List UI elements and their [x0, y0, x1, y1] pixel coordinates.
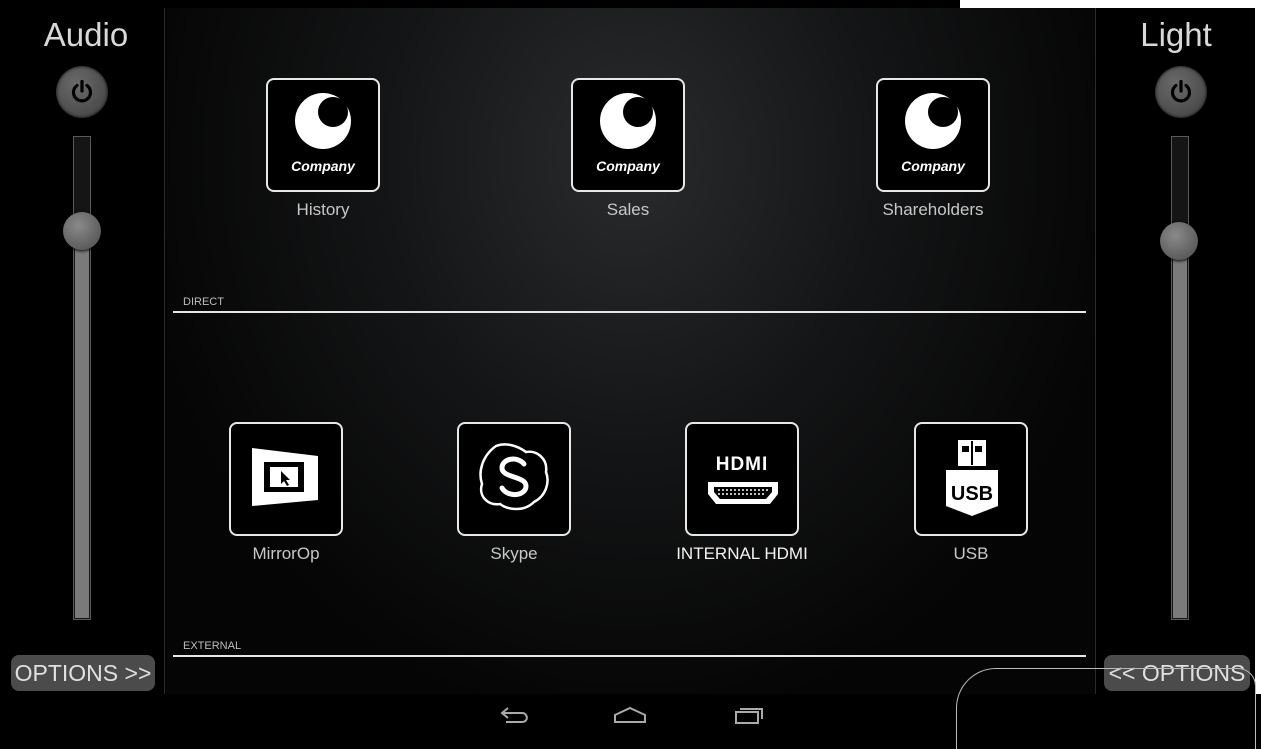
usb-tile[interactable]: USB [914, 422, 1028, 536]
company-logo-text: Company [901, 158, 965, 174]
back-icon[interactable] [498, 704, 532, 726]
sales-label: Sales [606, 200, 650, 219]
company-logo-icon [295, 93, 351, 149]
skype-icon [479, 443, 549, 511]
internal-hdmi-label: INTERNAL HDMI [676, 544, 808, 563]
direct-divider [173, 311, 1086, 313]
shareholders-label: Shareholders [882, 200, 984, 219]
power-icon [1170, 79, 1192, 103]
screen-edge [1255, 0, 1261, 734]
shareholders-tile[interactable]: Company [876, 78, 990, 192]
mirrorop-tile[interactable] [229, 422, 343, 536]
corner-overlay [956, 668, 1256, 749]
usb-logo-text: USB [951, 483, 993, 505]
audio-slider-fill [75, 229, 89, 618]
recent-apps-icon[interactable] [732, 704, 766, 726]
hdmi-logo-text: HDMI [715, 454, 769, 475]
company-logo-text: Company [291, 158, 355, 174]
direct-section-label: DIRECT [183, 296, 224, 308]
light-slider-thumb[interactable] [1160, 222, 1198, 260]
external-divider [173, 655, 1086, 657]
screen-edge [960, 0, 1261, 8]
audio-slider-thumb[interactable] [63, 212, 101, 250]
skype-label: Skype [490, 544, 538, 563]
source-selector: Company History Company Sales Company Sh… [165, 8, 1095, 694]
mirrorop-label: MirrorOp [252, 544, 320, 563]
skype-tile[interactable] [457, 422, 571, 536]
usb-label: USB [953, 544, 989, 563]
usb-icon: USB [946, 440, 998, 516]
company-logo-icon [905, 93, 961, 149]
light-power-button[interactable] [1155, 66, 1207, 118]
light-title: Light [1140, 16, 1212, 53]
light-level-slider[interactable] [1171, 136, 1189, 620]
audio-options-button[interactable]: OPTIONS >> [11, 655, 155, 691]
sales-tile[interactable]: Company [571, 78, 685, 192]
company-logo-text: Company [596, 158, 660, 174]
power-icon [71, 79, 93, 103]
light-panel: Light << OPTIONS [1095, 8, 1256, 694]
audio-volume-slider[interactable] [73, 136, 91, 620]
internal-hdmi-tile[interactable]: HDMI [685, 422, 799, 536]
light-slider-fill [1173, 239, 1187, 618]
home-icon[interactable] [612, 704, 648, 726]
mirrorop-icon [252, 448, 318, 506]
external-section-label: EXTERNAL [183, 640, 242, 652]
audio-power-button[interactable] [56, 66, 108, 118]
history-tile[interactable]: Company [266, 78, 380, 192]
company-logo-icon [600, 93, 656, 149]
audio-panel: Audio OPTIONS >> [8, 8, 165, 694]
audio-title: Audio [43, 16, 129, 53]
history-label: History [296, 200, 350, 219]
hdmi-icon [708, 482, 778, 504]
